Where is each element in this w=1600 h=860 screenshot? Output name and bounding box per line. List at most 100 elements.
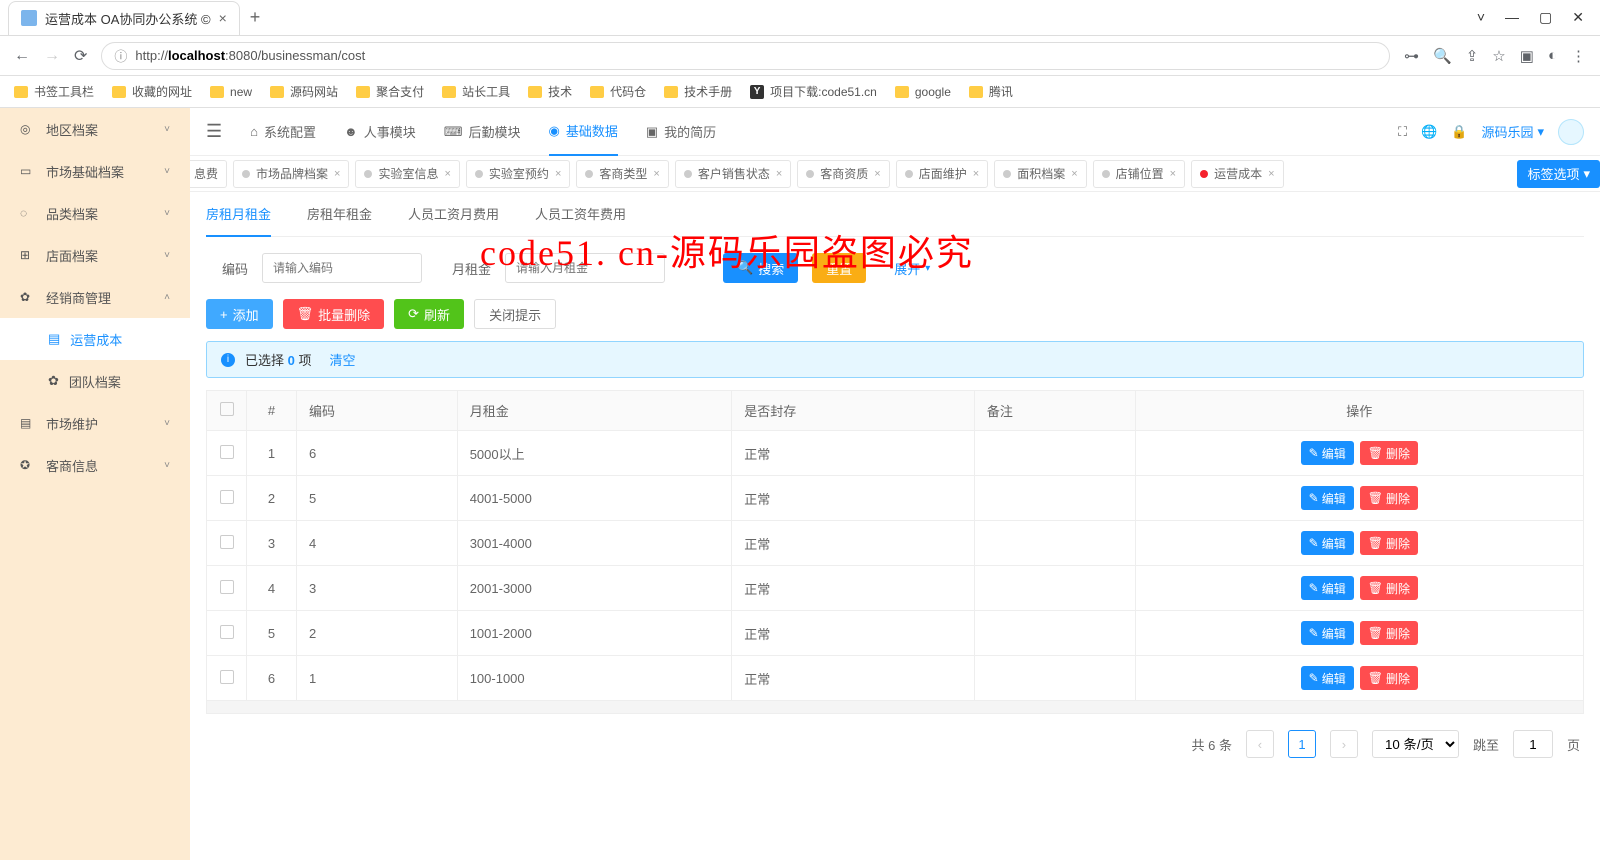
tab-close-icon[interactable]: × bbox=[334, 168, 340, 180]
delete-button[interactable]: 🗑 删除 bbox=[1360, 531, 1418, 555]
bookmark-item[interactable]: 书签工具栏 bbox=[14, 83, 94, 100]
page-size-select[interactable]: 10 条/页 bbox=[1372, 730, 1459, 758]
row-checkbox[interactable] bbox=[220, 535, 234, 549]
horizontal-scrollbar[interactable] bbox=[206, 700, 1584, 714]
bookmark-item[interactable]: 技术 bbox=[528, 83, 572, 100]
page-tab[interactable]: 客商资质× bbox=[797, 160, 889, 188]
new-tab-button[interactable]: + bbox=[250, 7, 261, 28]
browser-tab[interactable]: 运营成本 OA协同办公系统 © × bbox=[8, 1, 240, 35]
row-checkbox[interactable] bbox=[220, 670, 234, 684]
tab-chip-partial[interactable]: 息费 bbox=[190, 160, 227, 188]
sidebar-item[interactable]: ⊞店面档案˅ bbox=[0, 234, 190, 276]
sidebar-item[interactable]: ◎地区档案˅ bbox=[0, 108, 190, 150]
edit-button[interactable]: ✎ 编辑 bbox=[1301, 576, 1354, 600]
row-checkbox[interactable] bbox=[220, 580, 234, 594]
close-window-icon[interactable]: ✕ bbox=[1572, 9, 1584, 26]
top-menu-item[interactable]: ◉基础数据 bbox=[549, 121, 618, 156]
page-tab[interactable]: 店面维护× bbox=[896, 160, 988, 188]
bookmark-item[interactable]: google bbox=[895, 85, 951, 99]
forward-icon[interactable]: → bbox=[44, 47, 60, 65]
sub-tab[interactable]: 房租年租金 bbox=[307, 192, 372, 236]
tab-close-icon[interactable]: × bbox=[219, 10, 227, 26]
delete-button[interactable]: 🗑 删除 bbox=[1360, 576, 1418, 600]
tab-close-icon[interactable]: × bbox=[973, 168, 979, 180]
edit-button[interactable]: ✎ 编辑 bbox=[1301, 531, 1354, 555]
row-checkbox[interactable] bbox=[220, 490, 234, 504]
reset-button[interactable]: 重置 bbox=[812, 253, 866, 283]
bookmark-item[interactable]: 站长工具 bbox=[442, 83, 510, 100]
top-menu-item[interactable]: ▣我的简历 bbox=[646, 121, 716, 156]
sub-tab[interactable]: 人员工资年费用 bbox=[535, 192, 626, 236]
extension-icon[interactable]: ▣ bbox=[1520, 47, 1534, 65]
bookmark-item[interactable]: 腾讯 bbox=[969, 83, 1013, 100]
lock-icon[interactable]: 🔒 bbox=[1451, 124, 1467, 140]
hamburger-icon[interactable]: ☰ bbox=[206, 121, 222, 142]
chevron-down-icon[interactable]: ˅ bbox=[1477, 9, 1485, 26]
edit-button[interactable]: ✎ 编辑 bbox=[1301, 621, 1354, 645]
page-tab[interactable]: 实验室信息× bbox=[355, 160, 459, 188]
tag-options-button[interactable]: 标签选项 ▾ bbox=[1517, 160, 1600, 188]
edit-button[interactable]: ✎ 编辑 bbox=[1301, 666, 1354, 690]
tab-close-icon[interactable]: × bbox=[874, 168, 880, 180]
bookmark-item[interactable]: 技术手册 bbox=[664, 83, 732, 100]
top-menu-item[interactable]: ⌨后勤模块 bbox=[444, 121, 521, 156]
sidebar-item[interactable]: ✿经销商管理˄ bbox=[0, 276, 190, 318]
address-bar[interactable]: ⓘ http://localhost:8080/businessman/cost bbox=[101, 42, 1390, 70]
edit-button[interactable]: ✎ 编辑 bbox=[1301, 441, 1354, 465]
row-checkbox[interactable] bbox=[220, 445, 234, 459]
key-icon[interactable]: ⊶ bbox=[1404, 47, 1419, 65]
page-number[interactable]: 1 bbox=[1288, 730, 1316, 758]
tab-close-icon[interactable]: × bbox=[1268, 168, 1274, 180]
sidebar-item[interactable]: ◌品类档案˅ bbox=[0, 192, 190, 234]
top-menu-item[interactable]: ☻人事模块 bbox=[344, 121, 416, 156]
fullscreen-icon[interactable]: ⛶ bbox=[1398, 124, 1407, 140]
page-tab[interactable]: 客户销售状态× bbox=[675, 160, 791, 188]
bulk-delete-button[interactable]: 🗑批量删除 bbox=[283, 299, 385, 329]
select-all-checkbox[interactable] bbox=[220, 402, 234, 416]
page-tab[interactable]: 运营成本× bbox=[1191, 160, 1283, 188]
expand-toggle[interactable]: 展开 ▾ bbox=[880, 253, 944, 283]
page-tab[interactable]: 面积档案× bbox=[994, 160, 1086, 188]
close-tip-button[interactable]: 关闭提示 bbox=[474, 299, 556, 329]
sidebar-item[interactable]: ✪客商信息˅ bbox=[0, 444, 190, 486]
tab-close-icon[interactable]: × bbox=[444, 168, 450, 180]
profile-icon[interactable]: ◐ bbox=[1548, 47, 1557, 65]
page-tab[interactable]: 店铺位置× bbox=[1093, 160, 1185, 188]
add-button[interactable]: +添加 bbox=[206, 299, 273, 329]
delete-button[interactable]: 🗑 删除 bbox=[1360, 486, 1418, 510]
maximize-icon[interactable]: ▢ bbox=[1539, 9, 1552, 26]
tab-close-icon[interactable]: × bbox=[776, 168, 782, 180]
refresh-button[interactable]: ⟳刷新 bbox=[394, 299, 464, 329]
bookmark-item[interactable]: 代码仓 bbox=[590, 83, 646, 100]
top-menu-item[interactable]: ⌂系统配置 bbox=[250, 121, 316, 156]
avatar[interactable] bbox=[1558, 119, 1584, 145]
star-icon[interactable]: ☆ bbox=[1492, 47, 1505, 65]
sub-tab[interactable]: 人员工资月费用 bbox=[408, 192, 499, 236]
minimize-icon[interactable]: — bbox=[1505, 9, 1519, 26]
tab-close-icon[interactable]: × bbox=[653, 168, 659, 180]
page-tab[interactable]: 客商类型× bbox=[576, 160, 668, 188]
globe-icon[interactable]: 🌐 bbox=[1421, 124, 1437, 140]
site-info-icon[interactable]: ⓘ bbox=[114, 46, 127, 65]
bookmark-item[interactable]: new bbox=[210, 85, 252, 99]
delete-button[interactable]: 🗑 删除 bbox=[1360, 621, 1418, 645]
search-button[interactable]: 🔍搜索 bbox=[723, 253, 798, 283]
delete-button[interactable]: 🗑 删除 bbox=[1360, 441, 1418, 465]
row-checkbox[interactable] bbox=[220, 625, 234, 639]
tab-close-icon[interactable]: × bbox=[1071, 168, 1077, 180]
user-dropdown[interactable]: 源码乐园 ▾ bbox=[1481, 122, 1544, 141]
code-input[interactable] bbox=[262, 253, 422, 283]
prev-page-button[interactable]: ‹ bbox=[1246, 730, 1274, 758]
page-tab[interactable]: 实验室预约× bbox=[466, 160, 570, 188]
page-tab[interactable]: 市场品牌档案× bbox=[233, 160, 349, 188]
menu-icon[interactable]: ⋮ bbox=[1571, 47, 1586, 65]
sidebar-item[interactable]: ▭市场基础档案˅ bbox=[0, 150, 190, 192]
bookmark-item[interactable]: 聚合支付 bbox=[356, 83, 424, 100]
sidebar-item[interactable]: ▤市场维护˅ bbox=[0, 402, 190, 444]
bookmark-item[interactable]: Y项目下载:code51.cn bbox=[750, 83, 877, 100]
jump-input[interactable] bbox=[1513, 730, 1553, 758]
clear-selection-link[interactable]: 清空 bbox=[330, 350, 356, 369]
next-page-button[interactable]: › bbox=[1330, 730, 1358, 758]
sub-tab[interactable]: 房租月租金 bbox=[206, 192, 271, 237]
tab-close-icon[interactable]: × bbox=[1170, 168, 1176, 180]
